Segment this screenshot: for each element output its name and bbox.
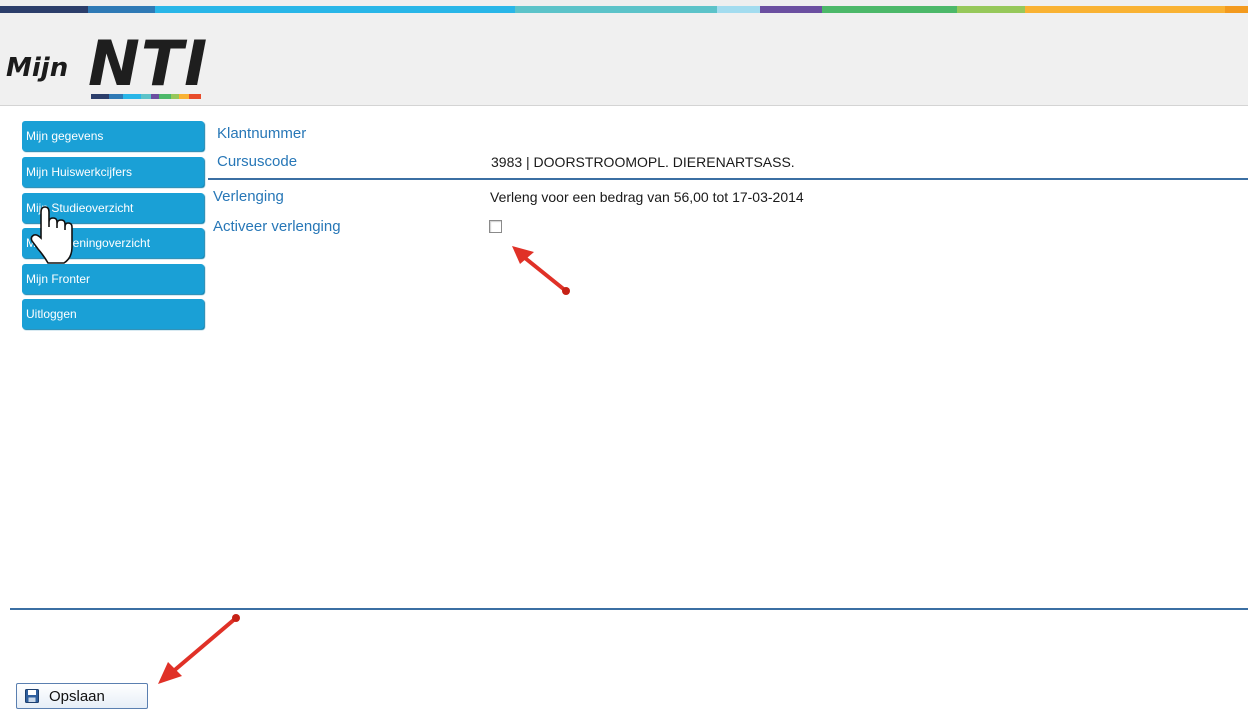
stripe-segment <box>155 6 515 13</box>
floppy-disk-icon <box>25 689 39 703</box>
stripe-segment <box>515 6 717 13</box>
sidebar-item-mijn-gegevens[interactable]: Mijn gegevens <box>22 121 204 151</box>
klantnummer-label: Klantnummer <box>217 125 307 142</box>
stripe-segment <box>1225 6 1248 13</box>
section-divider <box>208 178 1248 180</box>
stripe-segment <box>88 6 155 13</box>
stripe-segment <box>717 6 760 13</box>
logo-mijn-text: Mijn <box>6 53 69 83</box>
sidebar-item-uitloggen[interactable]: Uitloggen <box>22 299 204 329</box>
cursuscode-value: 3983 | DOORSTROOMOPL. DIERENARTSASS. <box>491 154 795 170</box>
logo-color-bar <box>91 94 201 99</box>
mijn-nti-logo[interactable]: Mijn NTI <box>6 27 216 113</box>
logo-nti-text: NTI <box>88 27 209 100</box>
sidebar-item-huiswerkcijfers[interactable]: Mijn Huiswerkcijfers <box>22 157 204 187</box>
stripe-segment <box>760 6 822 13</box>
header: Mijn NTI <box>0 13 1248 106</box>
sidebar-item-rekeningoverzicht[interactable]: Mijn Rekeningoverzicht <box>22 228 204 258</box>
stripe-segment <box>957 6 1025 13</box>
sidebar-item-fronter[interactable]: Mijn Fronter <box>22 264 204 294</box>
activeer-verlenging-label: Activeer verlenging <box>213 218 341 235</box>
verlenging-label: Verlenging <box>213 188 284 205</box>
activeer-verlenging-checkbox[interactable] <box>489 220 502 233</box>
stripe-segment <box>0 6 88 13</box>
red-arrow-icon <box>512 246 570 295</box>
cursuscode-label: Cursuscode <box>217 153 298 170</box>
save-button[interactable]: Opslaan <box>16 683 148 709</box>
stripe-segment <box>1025 6 1225 13</box>
verlenging-value: Verleng voor een bedrag van 56,00 tot 17… <box>490 189 804 205</box>
save-button-label: Opslaan <box>49 687 105 705</box>
red-arrow-icon <box>158 614 240 684</box>
footer-divider <box>10 608 1248 610</box>
stripe-segment <box>822 6 957 13</box>
sidebar-item-studieoverzicht[interactable]: Mijn Studieoverzicht <box>22 193 204 223</box>
